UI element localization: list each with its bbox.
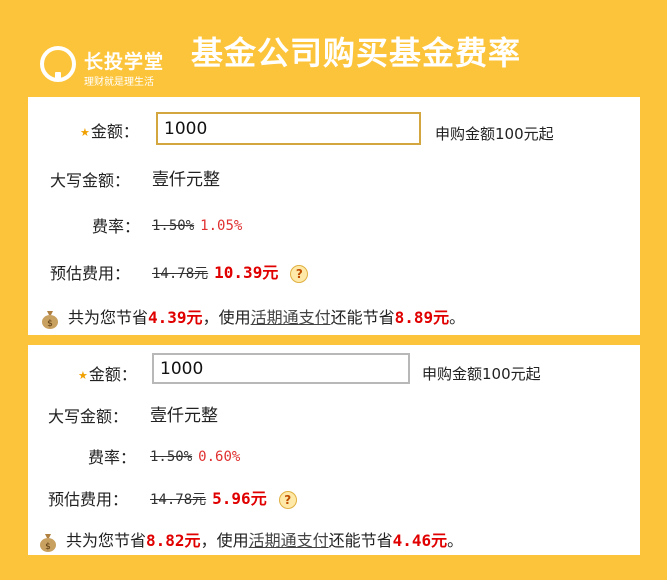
saving-row: $ 共为您节省4.39元，使用活期通支付还能节省8.89元。 [40,304,465,329]
chinese-amount-label: 大写金额： [48,407,129,426]
saving-row: $ 共为您节省8.82元，使用活期通支付还能节省4.46元。 [38,527,463,552]
saving-end: 。 [449,308,466,327]
amount-label: ★金额： [80,122,139,141]
saving-end: 。 [447,531,464,550]
lightbulb-logo-icon [40,46,76,82]
amount-hint: 申购金额100元起 [435,125,554,143]
fee-values: 14.78元 10.39元? [152,259,309,283]
saving-more: 还能节省 [328,531,393,550]
saving-mid: ，使用 [202,308,251,327]
star-icon: ★ [78,369,88,382]
money-bag-icon: $ [42,310,58,329]
fee-discount: 10.39元 [214,263,279,282]
chinese-amount-value: 壹仟元整 [150,406,218,426]
money-bag-icon: $ [40,533,56,552]
fee-original: 14.78元 [150,492,207,508]
amount-label: ★金额： [78,365,137,384]
fee-original: 14.78元 [152,266,209,282]
rate-label: 费率： [92,217,141,236]
fee-values: 14.78元 5.96元? [150,485,297,509]
saving-prefix: 共为您节省 [68,308,149,327]
fee-calculator-panel-2: ★金额： 申购金额100元起 大写金额： 壹仟元整 费率： 1.50% 0.60%… [28,345,640,555]
saving-amount: 4.39元 [148,308,203,327]
saving-more: 还能节省 [330,308,395,327]
current-account-pay-link[interactable]: 活期通支付 [251,308,331,327]
rate-values: 1.50% 1.05% [152,215,242,234]
amount-hint: 申购金额100元起 [422,365,541,383]
rate-discount: 1.05% [200,218,243,234]
logo-slogan: 理财就是理生活 [84,77,154,88]
chinese-amount-label: 大写金额： [50,171,131,190]
question-icon[interactable]: ? [278,490,297,509]
rate-original: 1.50% [150,449,193,465]
fee-calculator-panel-1: ★金额： 申购金额100元起 大写金额： 壹仟元整 费率： 1.50% 1.05%… [28,97,640,335]
current-account-pay-link[interactable]: 活期通支付 [249,531,329,550]
saving-prefix: 共为您节省 [66,531,147,550]
logo-name: 长投学堂 [84,51,165,73]
fee-label: 预估费用： [48,490,129,509]
rate-values: 1.50% 0.60% [150,446,240,465]
header: 长投学堂 理财就是理生活 基金公司购买基金费率 [0,0,667,96]
fee-discount: 5.96元 [212,489,267,508]
rate-original: 1.50% [152,218,195,234]
rate-discount: 0.60% [198,449,241,465]
rate-label: 费率： [88,448,137,467]
amount-input[interactable] [156,112,421,145]
fee-label: 预估费用： [50,264,131,283]
question-icon[interactable]: ? [290,264,309,283]
saving-amount: 8.82元 [146,531,201,550]
amount-input[interactable] [152,353,410,384]
svg-text:$: $ [45,542,51,552]
star-icon: ★ [80,126,90,139]
page-title: 基金公司购买基金费率 [191,34,522,72]
saving-more-amount: 4.46元 [392,531,448,550]
saving-more-amount: 8.89元 [394,308,450,327]
saving-mid: ，使用 [200,531,249,550]
chinese-amount-value: 壹仟元整 [152,170,220,190]
svg-text:$: $ [47,319,53,329]
